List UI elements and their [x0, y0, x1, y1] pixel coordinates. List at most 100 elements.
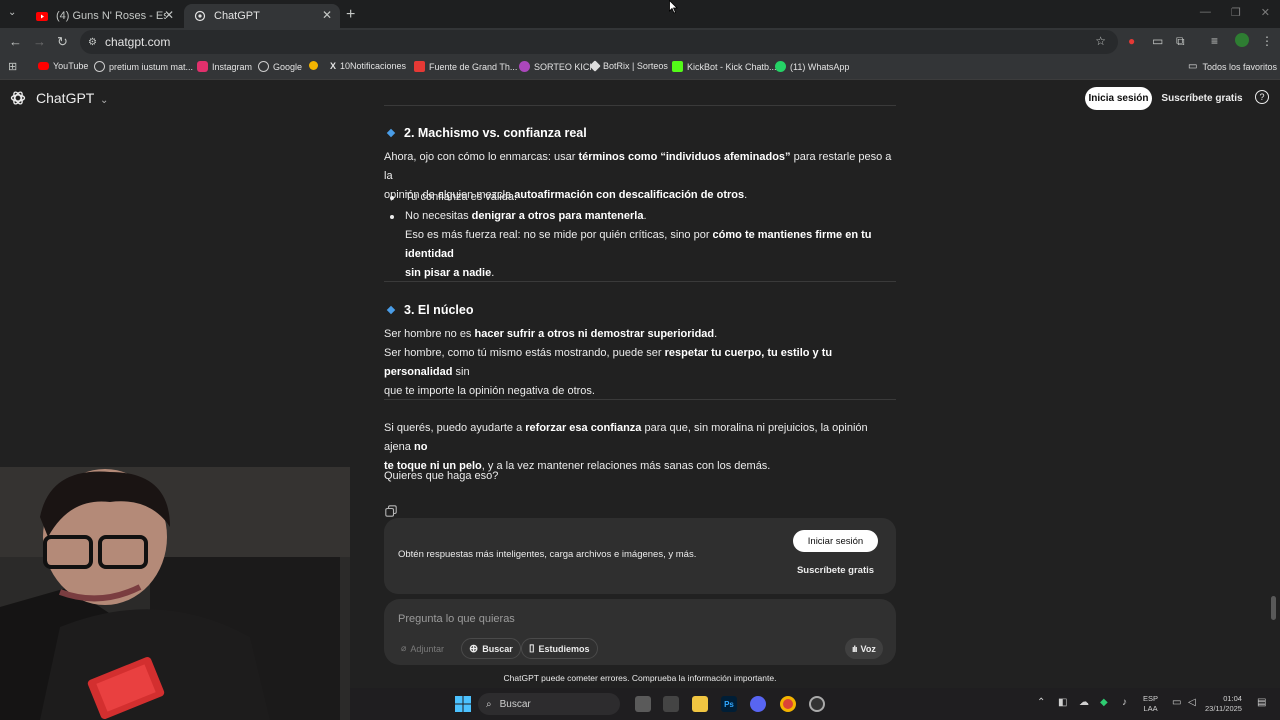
mouse-cursor-icon [669, 0, 678, 14]
youtube-icon [38, 62, 49, 70]
section-divider [384, 399, 896, 400]
task-view-icon[interactable] [635, 696, 651, 712]
media-control-icon[interactable]: ≡ [1211, 34, 1218, 48]
prompt-input[interactable] [398, 611, 878, 627]
study-button[interactable]: ▯ Estudiemos [521, 638, 598, 659]
tab-chatgpt[interactable]: ChatGPT ✕ [184, 4, 340, 28]
microphone-icon[interactable]: ♪ [1122, 697, 1127, 708]
voice-button[interactable]: ılı Voz [845, 638, 883, 659]
bookmark-youtube[interactable]: YouTube [38, 61, 88, 71]
window-controls: — ❐ ✕ [1200, 6, 1270, 19]
folder-icon: ▭ [1188, 61, 1198, 72]
extensions-puzzle-icon[interactable]: ⧉ [1176, 34, 1185, 49]
tab-title: ChatGPT [214, 10, 260, 22]
webcam-overlay [0, 467, 350, 720]
paragraph: Quieres que haga eso? [384, 470, 499, 482]
maximize-icon[interactable]: ❐ [1231, 6, 1241, 19]
chevron-down-icon: ⌄ [100, 95, 109, 106]
language-indicator[interactable]: ESP LAA [1143, 694, 1158, 714]
volume-icon[interactable]: ◁ [1188, 697, 1196, 708]
notification-icon[interactable]: ▤ [1257, 697, 1266, 708]
app-icon[interactable] [663, 696, 679, 712]
voice-wave-icon: ılı [852, 643, 857, 654]
onedrive-icon[interactable]: ☁ [1079, 697, 1089, 708]
windows-start-icon[interactable] [455, 696, 471, 712]
reload-icon[interactable]: ↻ [57, 34, 68, 50]
model-selector[interactable]: ChatGPT ⌄ [36, 90, 108, 106]
address-bar[interactable]: ⚙ chatgpt.com ☆ [80, 30, 1118, 54]
copy-icon[interactable] [385, 504, 397, 517]
upsell-card: Obtén respuestas más inteligentes, carga… [384, 518, 896, 594]
close-window-icon[interactable]: ✕ [1261, 6, 1270, 19]
book-icon: ▯ [529, 643, 535, 654]
minimize-icon[interactable]: — [1200, 6, 1211, 19]
new-tab-icon[interactable]: + [346, 6, 355, 24]
attach-button[interactable]: ⌀ Adjuntar [394, 638, 451, 659]
paragraph: Ser hombre no es hacer sufrir a otros ni… [384, 328, 833, 397]
google-icon [94, 61, 105, 72]
diamond-icon [386, 305, 396, 315]
search-button[interactable]: ⊕ Buscar [461, 638, 521, 659]
all-bookmarks[interactable]: ▭ Todos los favoritos [1188, 61, 1277, 72]
upsell-signup-button[interactable]: Suscríbete gratis [793, 559, 878, 581]
chrome-icon[interactable] [780, 696, 796, 712]
composer: ⌀ Adjuntar ⊕ Buscar ▯ Estudiemos ılı Voz [384, 599, 896, 665]
globe-icon: ⊕ [469, 643, 479, 655]
discord-icon[interactable] [750, 696, 766, 712]
section-divider [384, 281, 896, 282]
profile-avatar[interactable] [1235, 33, 1249, 47]
list-item: Tu confianza es válida. [405, 191, 518, 203]
back-icon[interactable]: ← [9, 34, 22, 49]
bookmark-star-icon[interactable]: ☆ [1095, 34, 1106, 48]
upsell-login-button[interactable]: Iniciar sesión [793, 530, 878, 552]
extension-card-icon[interactable]: ▭ [1152, 34, 1163, 48]
file-explorer-icon[interactable] [692, 696, 708, 712]
model-name: ChatGPT [36, 90, 95, 106]
diamond-icon [386, 128, 396, 138]
youtube-favicon-icon [36, 10, 48, 22]
section-heading: 3. El núcleo [386, 303, 473, 317]
x-icon: X [330, 61, 337, 71]
bookmark-google[interactable]: Google [258, 61, 302, 72]
bookmark-pinwheel[interactable] [309, 61, 322, 70]
scrollbar[interactable] [1271, 596, 1276, 620]
apps-grid-icon[interactable]: ⊞ [8, 60, 17, 73]
login-button[interactable]: Inicia sesión [1085, 87, 1152, 110]
tab-title: (4) Guns N' Roses - Estranged [56, 10, 166, 22]
close-tab-icon[interactable]: ✕ [164, 8, 174, 22]
instagram-icon [197, 61, 208, 72]
tab-strip: ⌄ (4) Guns N' Roses - Estranged ✕ ChatGP… [0, 0, 1280, 28]
extension-red-icon[interactable]: ● [1128, 34, 1135, 48]
taskbar-search[interactable]: ⌕ Buscar [478, 693, 620, 715]
bookmark-instagram[interactable]: Instagram [197, 61, 252, 72]
bullet-icon [390, 196, 394, 200]
url-text: chatgpt.com [104, 35, 171, 49]
forward-icon[interactable]: → [33, 34, 46, 49]
bookmark-pretium[interactable]: pretium iustum mat... [94, 61, 193, 72]
chatgpt-app-icon[interactable] [809, 696, 825, 712]
site-info-icon[interactable]: ⚙ [88, 37, 97, 48]
webcam-feed-image [0, 467, 350, 720]
photoshop-icon[interactable]: Ps [721, 696, 737, 712]
clock[interactable]: 01:04 23/11/2025 [1205, 694, 1242, 714]
help-icon[interactable]: ? [1255, 90, 1269, 104]
list-item: No necesitas denigrar a otros para mante… [405, 210, 872, 279]
bullet-icon [390, 215, 394, 219]
tab-guns-n-roses[interactable]: (4) Guns N' Roses - Estranged ✕ [26, 4, 182, 28]
cut-off-line [384, 70, 896, 84]
network-icon[interactable]: ▭ [1172, 697, 1181, 708]
close-tab-icon[interactable]: ✕ [322, 8, 332, 22]
google-icon [258, 61, 269, 72]
tab-search-icon[interactable]: ⌄ [8, 7, 16, 18]
browser-toolbar: ← → ↻ ⚙ chatgpt.com ☆ ● ▭ ⧉ ≡ ⋮ [0, 28, 1280, 56]
section-heading: 2. Machismo vs. confianza real [386, 126, 587, 140]
tray-app-icon[interactable]: ◧ [1058, 697, 1067, 708]
tray-overflow-icon[interactable]: ⌃ [1037, 697, 1045, 708]
paperclip-icon: ⌀ [401, 643, 407, 653]
security-icon[interactable]: ◆ [1100, 697, 1108, 708]
openai-logo-icon[interactable] [10, 90, 26, 106]
menu-kebab-icon[interactable]: ⋮ [1261, 34, 1273, 48]
taskbar: ⌕ Buscar Ps ⌃ ◧ ☁ ◆ ♪ ESP LAA ▭ ◁ 01:04 … [350, 688, 1280, 720]
signup-button[interactable]: Suscríbete gratis [1160, 87, 1244, 110]
section-divider [384, 105, 896, 106]
